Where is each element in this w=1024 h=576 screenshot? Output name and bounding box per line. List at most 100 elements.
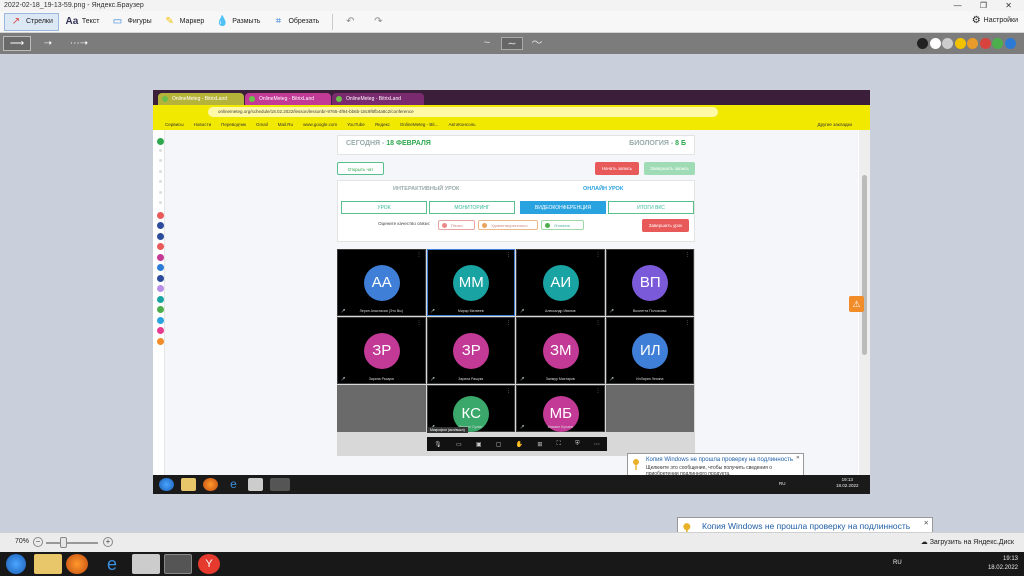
tile-view-icon[interactable]: ⊞ <box>537 441 542 448</box>
bookmark-item[interactable]: Другие закладки <box>818 119 852 130</box>
zoom-out-button[interactable]: − <box>33 537 43 547</box>
arrow-style-plain[interactable]: ⟶ <box>3 36 31 51</box>
sidebar-app-icon[interactable] <box>159 148 162 152</box>
inner-clock[interactable]: 19:13 18.02.2022 <box>836 477 859 489</box>
start-record-button[interactable]: Начать запись <box>595 162 639 175</box>
open-chat-button[interactable]: Открыть чат <box>337 162 384 175</box>
fullscreen-icon[interactable]: ⛶ <box>557 441 561 448</box>
sidebar-app-icon[interactable] <box>157 316 164 324</box>
sidebar-app-icon[interactable] <box>159 180 162 183</box>
tab-monitoring[interactable]: МОНИТОРИНГ <box>429 201 515 214</box>
warning-icon[interactable]: ⚠ <box>849 296 864 312</box>
firefox-icon[interactable] <box>203 478 218 491</box>
thickness-medium[interactable]: ∼ <box>501 37 523 50</box>
scrollbar-thumb[interactable] <box>862 175 867 355</box>
zoom-slider[interactable] <box>46 542 98 544</box>
participant-tile[interactable]: МБ Михаил Булаев 🎤 ⋮ <box>516 385 605 432</box>
start-button-icon[interactable] <box>159 478 174 491</box>
tab-lesson[interactable]: УРОК <box>341 201 427 214</box>
bookmark-item[interactable]: Сервисы <box>165 122 184 127</box>
more-icon[interactable]: ⋯ <box>594 441 600 448</box>
tray-clock[interactable]: 19:13 18.02.2022 <box>988 555 1018 573</box>
participant-tile[interactable]: ММ Мирар Матвеев 🎤 ⋮ <box>426 249 515 316</box>
yandex-browser-icon[interactable]: Y <box>198 554 220 574</box>
participant-tile[interactable]: АИ Александр Иванов 🎤 ⋮ <box>516 249 605 316</box>
participant-tile[interactable]: КСКирилл Сулин🎤⋮ <box>426 385 515 432</box>
chrome-icon[interactable] <box>164 554 192 574</box>
quality-ok-button[interactable]: Удовлетворительно <box>478 220 538 230</box>
sidebar-app-icon[interactable] <box>157 337 164 345</box>
color-swatch[interactable] <box>917 38 928 49</box>
more-options-icon[interactable]: ⋮ <box>506 252 511 258</box>
mic-icon[interactable]: 🎙 <box>434 441 442 448</box>
sidebar-app-icon[interactable] <box>157 138 164 145</box>
bookmark-item[interactable]: www.google.com <box>303 122 337 127</box>
bookmark-item[interactable]: Mail.Ru <box>278 122 293 127</box>
inner-lang[interactable]: RU <box>779 481 786 486</box>
color-swatch[interactable] <box>954 38 966 49</box>
color-swatch[interactable] <box>929 38 941 49</box>
firefox-icon[interactable] <box>66 554 88 574</box>
ie-icon[interactable]: e <box>226 478 241 491</box>
bookmark-item[interactable]: Gmail <box>256 122 268 127</box>
tool-arrows[interactable]: ↗ Стрелки <box>4 12 59 31</box>
media-player-icon[interactable] <box>132 554 160 574</box>
screen-share-icon[interactable]: ▣ <box>476 441 482 448</box>
sidebar-app-icon[interactable] <box>159 159 162 162</box>
thickness-thick[interactable]: 〜 <box>526 37 548 50</box>
sidebar-app-icon[interactable] <box>157 274 164 282</box>
more-options-icon[interactable]: ⋮ <box>506 388 511 394</box>
chrome-icon[interactable] <box>270 478 290 491</box>
tab-vks-results[interactable]: ИТОГИ ВКС <box>608 201 694 214</box>
color-swatch[interactable] <box>979 38 991 49</box>
settings-button[interactable]: ⚙ Настройки <box>972 15 1018 26</box>
ie-icon[interactable]: e <box>98 554 126 574</box>
participant-tile[interactable]: ИЛ ИлЛарин Лехина 🎤 ⋮ <box>605 317 694 384</box>
camera-icon[interactable]: ▭ <box>456 441 462 448</box>
tray-lang[interactable]: RU <box>893 560 902 566</box>
close-icon[interactable]: ✕ <box>796 455 800 461</box>
color-swatch[interactable] <box>1004 38 1016 49</box>
participant-tile[interactable]: ЗР Зарина Рашукя 🎤 ⋮ <box>337 317 426 384</box>
redo-button[interactable]: ↷ <box>367 13 393 31</box>
zoom-slider-knob[interactable] <box>60 537 68 548</box>
explorer-icon[interactable] <box>181 478 196 491</box>
url-field[interactable]: onlinemeteg.org/schedule/18.02.2022/less… <box>208 107 718 117</box>
sidebar-app-icon[interactable] <box>157 295 164 303</box>
bookmark-item[interactable]: Яндекс <box>375 122 390 127</box>
bookmark-item[interactable]: Переводчик <box>221 122 246 127</box>
more-options-icon[interactable]: ⋮ <box>596 320 601 326</box>
tab-videoconference[interactable]: ВИДЕОКОНФЕРЕНЦИЯ <box>520 201 606 214</box>
window-controls[interactable]: — ❐ ✕ <box>954 0 1020 11</box>
zoom-in-button[interactable]: + <box>103 537 113 547</box>
close-icon[interactable]: ✕ <box>924 519 929 527</box>
participant-tile[interactable]: ВП Виолетта Полозкова 🎤 ⋮ <box>605 249 694 316</box>
explorer-icon[interactable] <box>34 554 62 574</box>
arrow-style-dotted[interactable]: ⋯➝ <box>65 36 93 51</box>
start-button-icon[interactable] <box>6 554 26 574</box>
color-swatch[interactable] <box>967 38 978 49</box>
bookmark-item[interactable]: YouTube <box>347 122 365 127</box>
sidebar-app-icon[interactable] <box>157 232 164 240</box>
sidebar-app-icon[interactable] <box>157 327 164 334</box>
arrow-style-bold[interactable]: ➝ <box>34 36 62 51</box>
tool-blur[interactable]: 💧 Размыть <box>211 13 265 31</box>
sidebar-app-icon[interactable] <box>159 169 162 173</box>
bookmark-item[interactable]: OnlineMeteg - Bit... <box>400 122 439 127</box>
browser-tab-1[interactable]: OnlineMeteg - BitrixLand <box>158 93 244 105</box>
undo-button[interactable]: ↶ <box>339 13 365 31</box>
chat-icon[interactable]: ▢ <box>496 441 502 448</box>
sidebar-app-icon[interactable] <box>157 306 164 313</box>
media-player-icon[interactable] <box>248 478 263 491</box>
upload-disk-button[interactable]: ☁ Загрузить на Яндекс.Диск <box>921 538 1014 546</box>
color-swatch[interactable] <box>992 38 1003 49</box>
tool-crop[interactable]: ⌗ Обрезать <box>267 13 324 31</box>
sidebar-app-icon[interactable] <box>157 243 164 250</box>
hand-icon[interactable]: ✋ <box>516 441 523 448</box>
quality-good-button[interactable]: Отлично <box>541 220 584 230</box>
tool-shapes[interactable]: ▭ Фигуры <box>107 13 157 31</box>
participant-tile[interactable]: АА Лерин Анастасия (Это Вы) 🎤 ⋮ <box>337 249 426 316</box>
participant-tile[interactable]: ЗМ Залмур Махтаров 🎤 ⋮ <box>516 317 605 384</box>
sidebar-app-icon[interactable] <box>157 285 164 292</box>
finish-record-button[interactable]: Завершить запись <box>644 162 695 175</box>
